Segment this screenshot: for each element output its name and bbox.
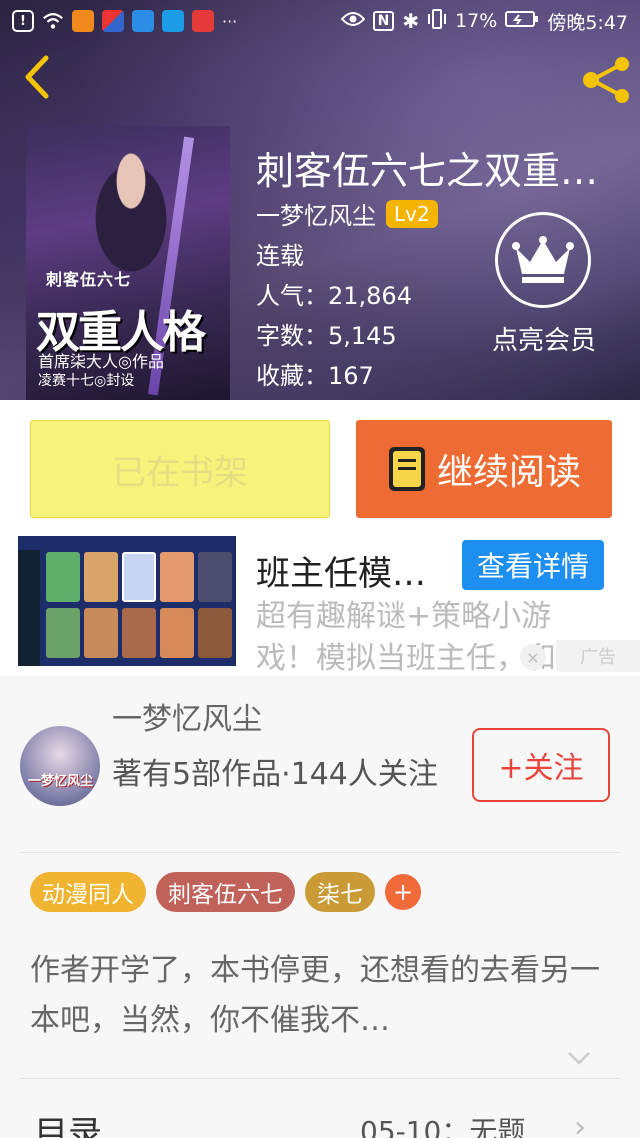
battery-icon <box>505 10 539 33</box>
author-avatar[interactable]: 一梦忆风尘 <box>20 726 100 806</box>
latest-chapter: 05-10：无题 <box>360 1115 526 1138</box>
ad-banner[interactable]: 班主任模… 查看详情 超有趣解谜+策略小游戏！模拟当班主任，和 × 广告 <box>0 536 640 676</box>
ad-image-tile <box>160 608 194 658</box>
ad-image-sidebar <box>18 550 40 666</box>
share-icon <box>583 57 629 103</box>
tag-list: 动漫同人 刺客伍六七 柒七 + <box>30 872 421 912</box>
ad-image-tile <box>84 608 118 658</box>
bluetooth-icon: ✱ <box>402 9 420 33</box>
tag-chip[interactable]: 动漫同人 <box>30 872 146 912</box>
book-cover[interactable]: 刺客伍六七 双重人格 首席柒大人◎作品 凌赛十七◎封设 <box>26 126 230 400</box>
battery-percent: 17% <box>455 10 498 32</box>
alert-icon: ! <box>12 10 34 32</box>
book-icon <box>388 447 425 491</box>
book-status: 连载 <box>256 242 304 270</box>
ad-image[interactable] <box>18 536 236 666</box>
book-title: 刺客伍六七之双重… <box>256 149 599 188</box>
app-notification-icon <box>162 10 184 32</box>
eye-icon <box>340 10 365 32</box>
divider <box>20 852 620 853</box>
vip-button[interactable]: 点亮会员 <box>480 212 610 362</box>
ad-description: 超有趣解谜+策略小游戏！模拟当班主任，和 <box>256 599 556 676</box>
ad-detail-button[interactable]: 查看详情 <box>462 540 604 590</box>
ad-close-button[interactable]: × <box>520 644 546 670</box>
add-tag-button[interactable]: + <box>385 874 421 910</box>
crown-icon <box>495 212 591 308</box>
divider <box>20 1078 620 1079</box>
book-description[interactable]: 作者开学了，本书停更，还想看的去看另一本吧，当然，你不催我不… <box>30 946 610 1050</box>
ad-image-tile <box>122 552 156 602</box>
book-detail-panel: 一梦忆风尘 一梦忆风尘 著有5部作品·144人关注 +关注 动漫同人 刺客伍六七… <box>0 676 640 1138</box>
book-word-count: 字数：5,145 <box>256 322 397 350</box>
cover-series-text: 刺客伍六七 <box>46 270 132 289</box>
tag-chip[interactable]: 柒七 <box>305 872 375 912</box>
author-card-name[interactable]: 一梦忆风尘 <box>112 694 262 738</box>
continue-reading-label: 继续阅读 <box>436 452 581 493</box>
book-author-line: 一梦忆风尘 Lv2 <box>256 196 438 231</box>
ad-image-tile <box>84 552 118 602</box>
chevron-down-icon <box>568 1052 590 1065</box>
app-notification-icon <box>72 10 94 32</box>
ad-label: 广告 <box>556 640 640 672</box>
ad-image-tile <box>122 608 156 658</box>
in-shelf-button[interactable]: 已在书架 <box>30 420 330 518</box>
book-popularity: 人气：21,864 <box>256 282 412 310</box>
status-bar: ! ··· N ✱ 17% 傍晚5:47 <box>0 0 640 42</box>
nfc-icon: N <box>372 11 395 31</box>
table-of-contents-row[interactable]: 目录 05-10：无题 › <box>0 1096 640 1138</box>
chevron-right-icon: › <box>574 1110 586 1138</box>
cloud-app-icon <box>132 10 154 32</box>
author-card-stats: 著有5部作品·144人关注 <box>112 757 438 792</box>
author-level-badge: Lv2 <box>386 199 438 228</box>
toc-label: 目录 <box>34 1114 102 1138</box>
app-notification-icon <box>192 10 214 32</box>
cover-credit-text: 凌赛十七◎封设 <box>38 373 135 389</box>
cover-credit-text: 首席柒大人◎作品 <box>38 352 164 371</box>
book-author[interactable]: 一梦忆风尘 <box>256 196 376 231</box>
wifi-icon <box>42 10 64 32</box>
in-shelf-label: 已在书架 <box>112 452 248 493</box>
vip-label: 点亮会员 <box>491 326 596 356</box>
back-button[interactable] <box>18 52 62 102</box>
follow-button[interactable]: +关注 <box>472 728 610 802</box>
app-notification-icon <box>102 10 124 32</box>
ad-title[interactable]: 班主任模… <box>256 546 446 595</box>
tag-chip[interactable]: 刺客伍六七 <box>156 872 295 912</box>
more-notifications-icon: ··· <box>222 11 238 31</box>
expand-description-button[interactable] <box>566 1048 592 1068</box>
ad-image-tile <box>198 552 232 602</box>
book-favorites: 收藏：167 <box>256 362 374 390</box>
chevron-left-icon <box>25 55 49 99</box>
vibrate-icon <box>427 8 447 35</box>
author-avatar-text: 一梦忆风尘 <box>28 774 94 789</box>
share-button[interactable] <box>578 56 634 104</box>
ad-image-tile <box>198 608 232 658</box>
ad-image-tile <box>46 552 80 602</box>
continue-reading-button[interactable]: 继续阅读 <box>356 420 612 518</box>
clock: 傍晚5:47 <box>547 11 628 34</box>
ad-image-tile <box>160 552 194 602</box>
ad-image-tile <box>46 608 80 658</box>
